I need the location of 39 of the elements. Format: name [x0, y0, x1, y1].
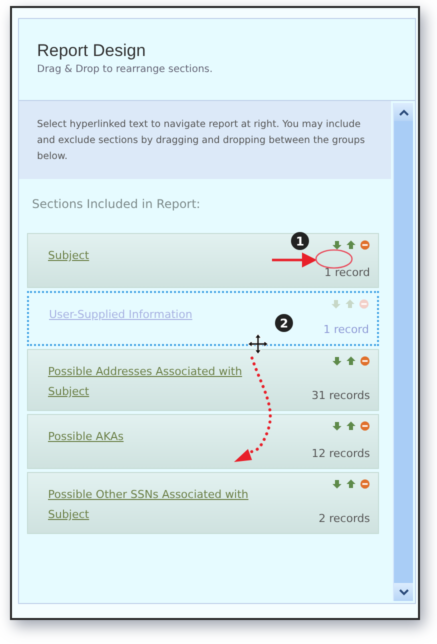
- callout-badge: 1: [291, 232, 309, 250]
- record-count: 1 record: [324, 266, 370, 279]
- panel-subtitle: Drag & Drop to rearrange sections.: [37, 64, 214, 75]
- caret-up-icon: [398, 108, 408, 116]
- move-up-icon[interactable]: [346, 479, 356, 489]
- scroll-down-button[interactable]: [394, 583, 413, 601]
- move-down-icon[interactable]: [332, 356, 342, 366]
- section-link[interactable]: Possible AKAs: [48, 427, 124, 447]
- section-heading: Sections Included in Report:: [31, 196, 202, 211]
- scroll-up-button[interactable]: [394, 103, 413, 121]
- move-cursor-icon: [248, 334, 268, 354]
- caret-down-icon: [398, 588, 408, 596]
- section-link[interactable]: Possible Other SSNs Associated with Subject: [48, 485, 273, 525]
- pointer-arrow: [272, 252, 317, 268]
- remove-icon[interactable]: [360, 240, 370, 250]
- record-count: 12 records: [312, 447, 370, 460]
- move-down-icon[interactable]: [332, 240, 342, 250]
- section-link[interactable]: Subject: [48, 246, 90, 266]
- highlight-ellipse: [315, 249, 353, 269]
- record-count: 1 record: [323, 323, 369, 336]
- callout-badge: 2: [275, 314, 293, 332]
- section-card[interactable]: Possible Other SSNs Associated with Subject 2 records: [27, 472, 379, 534]
- instructions-text: Select hyperlinked text to navigate report at right. You may include and exclude sections by dragging and dropping between the groups below.: [19, 101, 391, 179]
- move-down-icon[interactable]: [332, 479, 342, 489]
- section-card[interactable]: Possible Addresses Associated with Subject 31 records: [27, 349, 379, 411]
- move-up-icon[interactable]: [346, 240, 356, 250]
- panel-title: Report Design: [37, 41, 147, 61]
- remove-icon[interactable]: [360, 421, 370, 431]
- move-up-icon[interactable]: [346, 421, 356, 431]
- move-up-icon[interactable]: [346, 356, 356, 366]
- move-down-icon[interactable]: [332, 421, 342, 431]
- record-count: 2 records: [318, 512, 370, 525]
- remove-icon[interactable]: [360, 479, 370, 489]
- scrollbar[interactable]: [393, 103, 413, 601]
- section-link[interactable]: User-Supplied Information: [49, 305, 192, 325]
- section-card[interactable]: Possible AKAs 12 records: [27, 414, 379, 469]
- remove-icon[interactable]: [360, 356, 370, 366]
- section-link[interactable]: Possible Addresses Associated with Subject: [48, 362, 273, 402]
- record-count: 31 records: [312, 389, 370, 402]
